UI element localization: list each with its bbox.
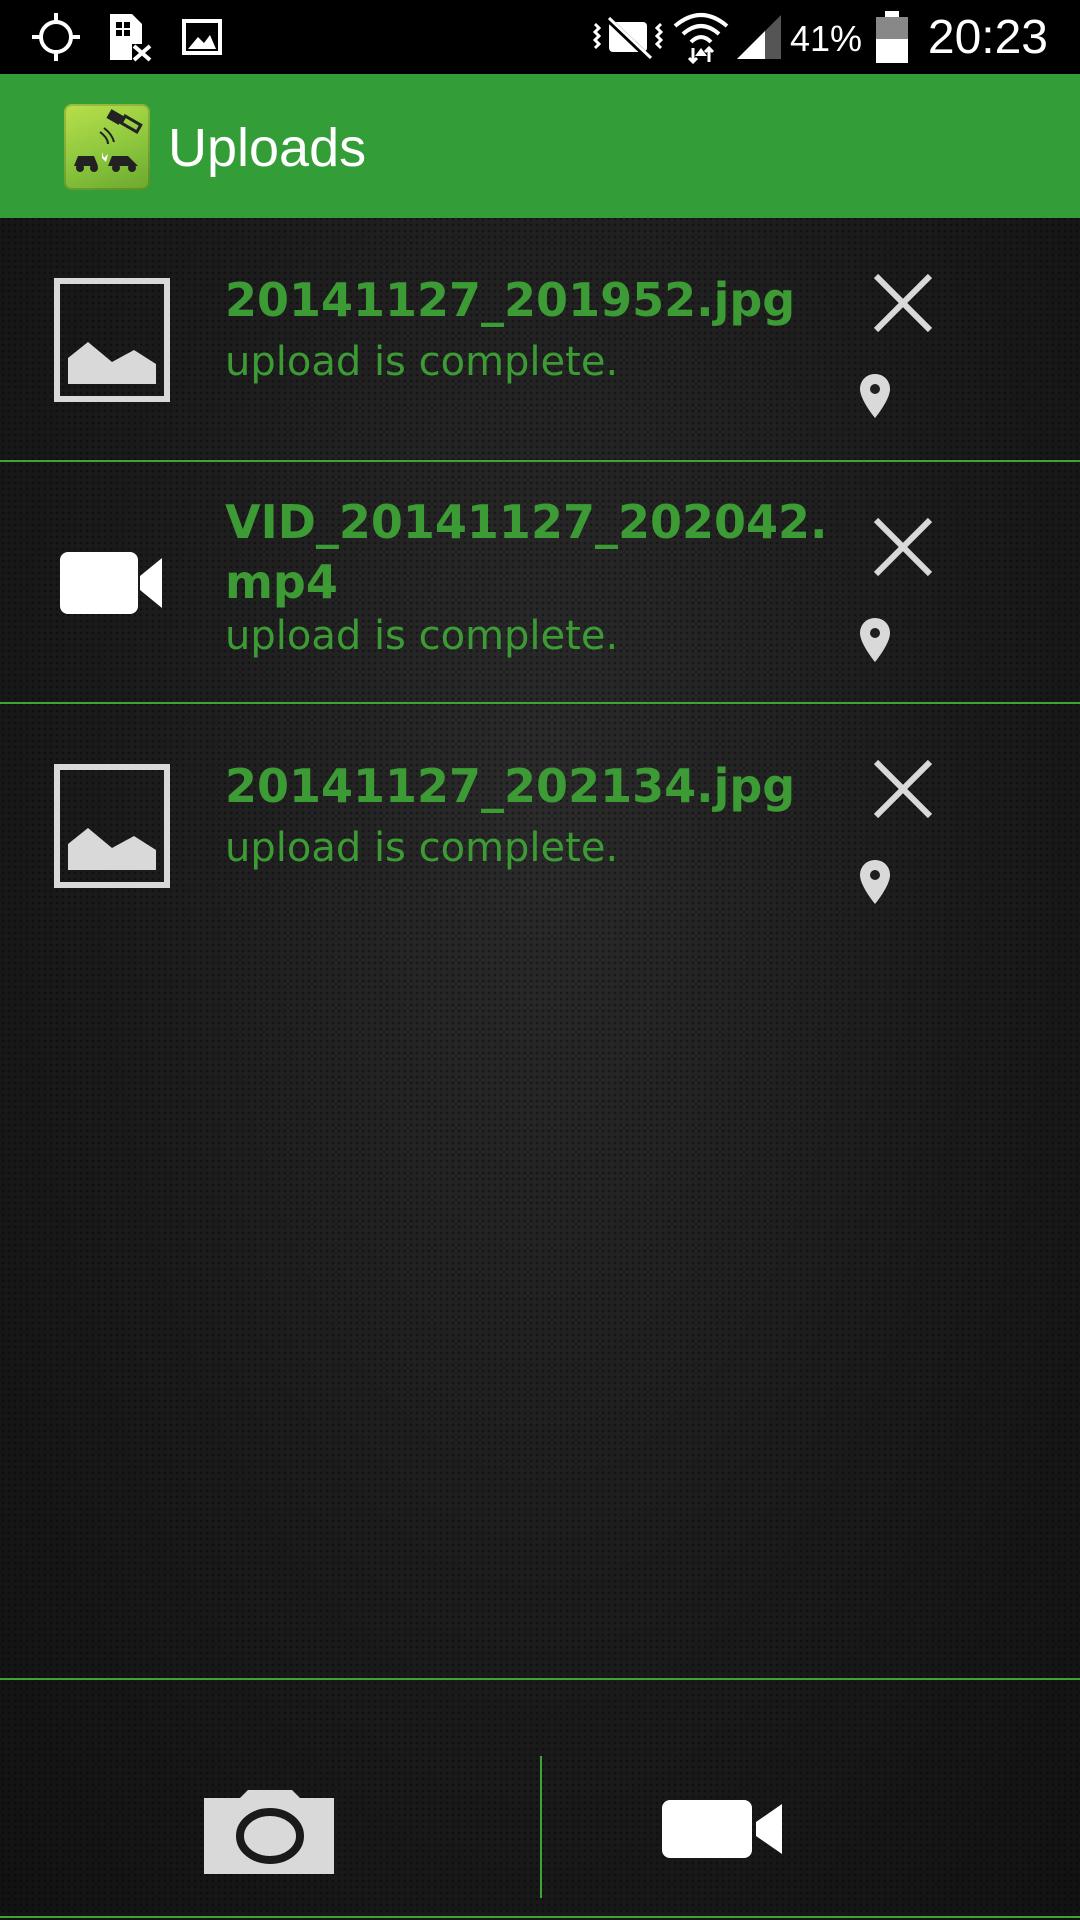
page-title: Uploads bbox=[168, 118, 367, 178]
list-item[interactable]: VID_20141127_202042.mp4 upload is comple… bbox=[0, 462, 1080, 704]
action-bar: Uploads bbox=[0, 74, 1080, 218]
vibrate-mute-icon bbox=[590, 0, 666, 74]
upload-status: upload is complete. bbox=[225, 339, 619, 385]
bottom-bar bbox=[0, 1678, 1080, 1920]
upload-status: upload is complete. bbox=[225, 825, 619, 871]
gps-icon bbox=[26, 0, 86, 74]
remove-button[interactable] bbox=[868, 268, 938, 338]
image-icon bbox=[54, 278, 170, 407]
location-pin-icon[interactable] bbox=[858, 858, 892, 906]
camera-icon[interactable] bbox=[200, 1788, 340, 1878]
file-name: 20141127_201952.jpg bbox=[225, 273, 796, 327]
list-item[interactable]: 20141127_202134.jpg upload is complete. bbox=[0, 704, 1080, 946]
location-pin-icon[interactable] bbox=[858, 616, 892, 664]
list-item[interactable]: 20141127_201952.jpg upload is complete. bbox=[0, 218, 1080, 462]
gallery-icon bbox=[178, 0, 226, 74]
battery-icon bbox=[872, 0, 912, 74]
clock: 20:23 bbox=[927, 11, 1048, 64]
app-logo-icon[interactable] bbox=[64, 104, 150, 190]
wifi-icon bbox=[672, 0, 730, 74]
video-icon bbox=[58, 550, 166, 621]
location-pin-icon[interactable] bbox=[858, 372, 892, 420]
signal-icon bbox=[734, 0, 784, 74]
image-icon bbox=[54, 764, 170, 893]
video-camera-icon[interactable] bbox=[660, 1798, 786, 1860]
screen: 41% 20:23 Uploads 20141127_201952.jpg up… bbox=[0, 0, 1080, 1920]
battery-percent: 41% bbox=[790, 18, 863, 59]
status-bar: 41% 20:23 bbox=[0, 0, 1080, 74]
remove-button[interactable] bbox=[868, 754, 938, 824]
bottom-line bbox=[0, 1916, 1080, 1918]
file-name: 20141127_202134.jpg bbox=[225, 759, 796, 813]
remove-button[interactable] bbox=[868, 512, 938, 582]
upload-status: upload is complete. bbox=[225, 613, 619, 659]
bottom-divider bbox=[540, 1756, 542, 1898]
sim-off-icon bbox=[104, 0, 156, 74]
file-name: VID_20141127_202042.mp4 bbox=[225, 495, 828, 609]
